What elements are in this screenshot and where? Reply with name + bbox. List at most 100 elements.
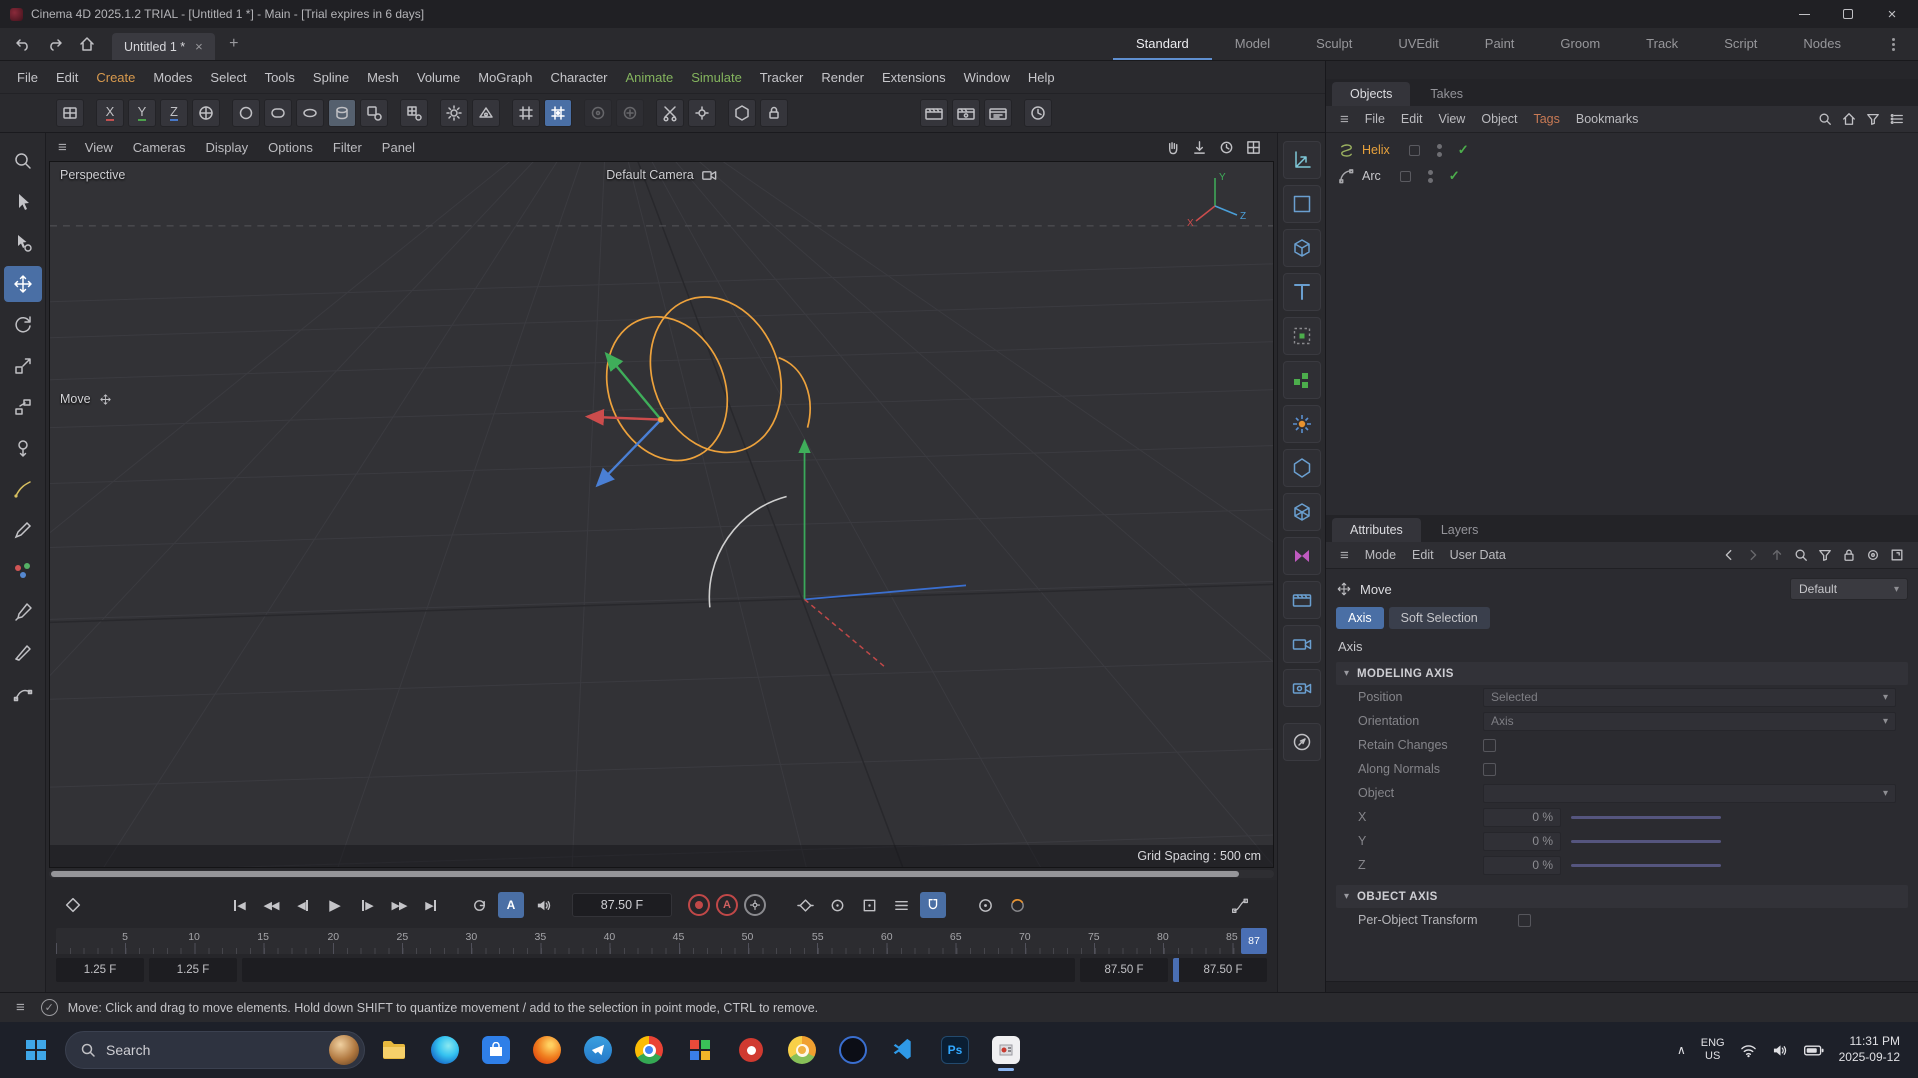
animation-state-icon[interactable] bbox=[1004, 892, 1030, 918]
play-mode-button[interactable]: A bbox=[498, 892, 524, 918]
xpresso-icon[interactable] bbox=[1283, 537, 1321, 575]
dolly-icon[interactable] bbox=[1192, 140, 1207, 155]
wifi-icon[interactable] bbox=[1740, 1043, 1757, 1058]
viewport-menu-item[interactable]: Filter bbox=[323, 136, 372, 159]
list-view-icon[interactable] bbox=[1890, 112, 1904, 126]
previous-key-button[interactable]: ◀◀ bbox=[258, 892, 284, 918]
range-end-field-2[interactable]: 87.50 F bbox=[1173, 958, 1267, 982]
axis-y-value-field[interactable]: 0 % bbox=[1483, 832, 1561, 851]
file-explorer-app-icon[interactable] bbox=[372, 1028, 416, 1072]
keyframe-snap-magnet-icon[interactable] bbox=[920, 892, 946, 918]
menu-item[interactable]: Extensions bbox=[873, 65, 955, 90]
play-loop-icon[interactable] bbox=[466, 892, 492, 918]
viewport-view-label[interactable]: Perspective bbox=[60, 168, 125, 182]
attribute-menu-item[interactable]: Mode bbox=[1357, 544, 1404, 566]
chrome-app-icon[interactable] bbox=[627, 1028, 671, 1072]
next-frame-button[interactable]: ▶ bbox=[354, 892, 380, 918]
layout-tab[interactable]: Standard bbox=[1113, 28, 1212, 60]
layout-tab[interactable]: UVEdit bbox=[1375, 28, 1461, 60]
dark-circle-app-icon[interactable] bbox=[831, 1028, 875, 1072]
viewport-menu-item[interactable]: Options bbox=[258, 136, 323, 159]
layout-tab[interactable]: Script bbox=[1701, 28, 1780, 60]
placement-tool-icon[interactable] bbox=[4, 389, 42, 425]
object-menu-item[interactable]: File bbox=[1357, 108, 1393, 130]
axis-y-slider[interactable] bbox=[1571, 840, 1721, 843]
clock-indicator[interactable]: 11:31 PM 2025-09-12 bbox=[1839, 1034, 1900, 1065]
timeline-playhead[interactable]: 87 bbox=[1241, 928, 1267, 954]
document-tab-close-icon[interactable]: × bbox=[195, 39, 203, 54]
scale-tool-icon[interactable] bbox=[4, 348, 42, 384]
pan-hand-icon[interactable] bbox=[1165, 140, 1180, 155]
store-app-icon[interactable] bbox=[474, 1028, 518, 1072]
knife-tool-icon[interactable] bbox=[4, 635, 42, 671]
axis-lock-x-button[interactable]: X bbox=[96, 99, 124, 127]
undo-button[interactable] bbox=[10, 32, 36, 56]
arc-spline-object[interactable] bbox=[709, 497, 786, 608]
history-clock-icon[interactable] bbox=[1219, 140, 1234, 155]
preset-dropdown[interactable]: Default ▾ bbox=[1790, 578, 1908, 600]
play-sound-icon[interactable] bbox=[530, 892, 556, 918]
camera-1-icon[interactable] bbox=[1283, 625, 1321, 663]
spline-group-icon-pressed[interactable] bbox=[328, 99, 356, 127]
cinema4d-running-app-icon[interactable] bbox=[984, 1028, 1028, 1072]
retain-changes-checkbox[interactable] bbox=[1483, 739, 1496, 752]
object-name[interactable]: Helix bbox=[1362, 143, 1390, 157]
object-menu-item[interactable]: Edit bbox=[1393, 108, 1431, 130]
axis-x-value-field[interactable]: 0 % bbox=[1483, 808, 1561, 827]
visibility-dots-icon[interactable] bbox=[1437, 144, 1442, 157]
goto-end-button[interactable]: ▶ bbox=[418, 892, 444, 918]
taskbar-search[interactable]: Search bbox=[65, 1031, 365, 1069]
primitive-capsule-icon[interactable] bbox=[264, 99, 292, 127]
enable-snap-icon[interactable] bbox=[544, 99, 572, 127]
layout-tab[interactable]: Sculpt bbox=[1293, 28, 1375, 60]
object-menu-item[interactable]: Tags bbox=[1525, 108, 1567, 130]
deformer-icon[interactable] bbox=[400, 99, 428, 127]
cut-tool-icon[interactable] bbox=[656, 99, 684, 127]
chrome-canary-app-icon[interactable] bbox=[780, 1028, 824, 1072]
primitive-circle-icon[interactable] bbox=[232, 99, 260, 127]
new-window-icon[interactable] bbox=[1890, 548, 1904, 562]
speaker-icon[interactable] bbox=[1772, 1043, 1789, 1058]
render-picture-viewer-icon[interactable] bbox=[952, 99, 980, 127]
viewport-menu-icon[interactable]: ≡ bbox=[52, 139, 73, 156]
layout-overflow-menu-icon[interactable] bbox=[1878, 32, 1908, 56]
render-slate-icon[interactable] bbox=[1283, 581, 1321, 619]
visibility-dots-icon[interactable] bbox=[1428, 170, 1433, 183]
menu-item[interactable]: Window bbox=[955, 65, 1019, 90]
tab-attributes[interactable]: Attributes bbox=[1332, 518, 1421, 542]
volume-builder-icon[interactable] bbox=[1283, 361, 1321, 399]
dynamic-placement-tool-icon[interactable] bbox=[4, 430, 42, 466]
cube-icon[interactable] bbox=[1283, 229, 1321, 267]
new-document-tab-button[interactable]: + bbox=[221, 32, 247, 56]
layer-box-icon[interactable] bbox=[1400, 171, 1411, 182]
menu-item[interactable]: Spline bbox=[304, 65, 358, 90]
close-button[interactable]: × bbox=[1870, 1, 1914, 27]
brush-tool-icon[interactable] bbox=[4, 594, 42, 630]
range-track[interactable] bbox=[242, 958, 1075, 982]
range-start-field[interactable]: 1.25 F bbox=[56, 958, 144, 982]
start-button[interactable] bbox=[14, 1028, 58, 1072]
object-name[interactable]: Arc bbox=[1362, 169, 1381, 183]
menu-item[interactable]: File bbox=[8, 65, 47, 90]
soft-selection-mode-button[interactable]: Soft Selection bbox=[1389, 607, 1490, 629]
play-button[interactable]: ▶ bbox=[322, 892, 348, 918]
edge-app-icon[interactable] bbox=[423, 1028, 467, 1072]
object-axis-section-header[interactable]: ▾ OBJECT AXIS bbox=[1336, 885, 1908, 908]
text-tool-icon[interactable] bbox=[1283, 273, 1321, 311]
telegram-app-icon[interactable] bbox=[576, 1028, 620, 1072]
autokey-button[interactable]: A bbox=[716, 894, 738, 916]
viewport-menu-item[interactable]: Display bbox=[195, 136, 258, 159]
quantize-settings-icon[interactable] bbox=[616, 99, 644, 127]
instance-icon[interactable] bbox=[1283, 317, 1321, 355]
viewport-camera-label[interactable]: Default Camera bbox=[606, 168, 717, 182]
photoshop-app-icon[interactable]: Ps bbox=[933, 1028, 977, 1072]
forward-arrow-icon[interactable] bbox=[1746, 548, 1760, 562]
key-rotation-icon[interactable] bbox=[856, 892, 882, 918]
search-icon[interactable] bbox=[1818, 112, 1832, 126]
tab-layers[interactable]: Layers bbox=[1423, 518, 1497, 542]
timeline-clock-icon[interactable] bbox=[1024, 99, 1052, 127]
sync-icon[interactable] bbox=[1866, 548, 1880, 562]
attribute-menu-item[interactable]: Edit bbox=[1404, 544, 1442, 566]
tab-objects[interactable]: Objects bbox=[1332, 82, 1410, 106]
object-link-field[interactable]: ▾ bbox=[1483, 784, 1896, 803]
